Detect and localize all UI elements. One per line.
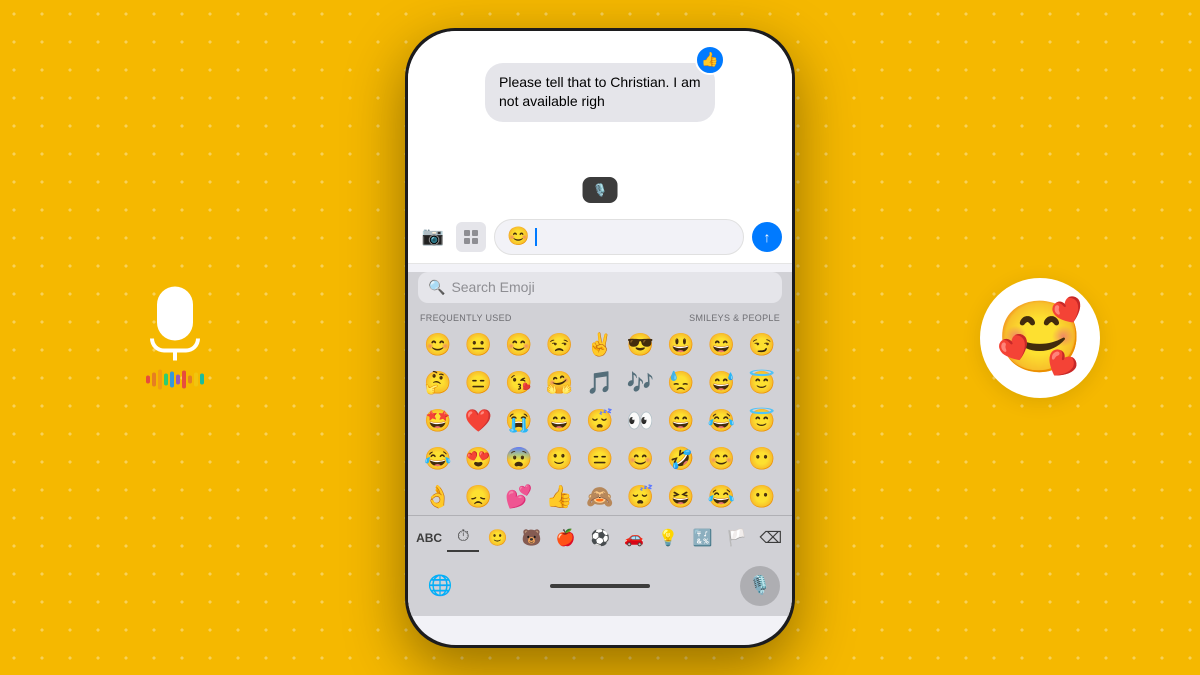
- emoji-row-2: 🤔 😑 😘 🤗 🎵 🎶 😓 😅 😇: [416, 365, 784, 401]
- emoji-row-1: 😊 😐 😊 😒 ✌️ 😎 😃 😄 😏: [416, 327, 784, 363]
- mic-stem: [173, 352, 177, 360]
- emoji-cell[interactable]: 😴: [582, 403, 618, 439]
- emoji-cell[interactable]: 😅: [704, 365, 740, 401]
- food-tab[interactable]: 🍎: [550, 524, 582, 552]
- emoji-cell[interactable]: 😏: [744, 327, 780, 363]
- home-indicator: [550, 584, 650, 588]
- symbols-tab[interactable]: 🔣: [686, 524, 718, 552]
- emoji-cell[interactable]: 😊: [704, 441, 740, 477]
- emoji-cell[interactable]: 😂: [420, 441, 456, 477]
- dictation-tooltip: 🎙️: [583, 177, 618, 203]
- animal-tab[interactable]: 🐻: [516, 524, 548, 552]
- delete-button[interactable]: ⌫: [755, 524, 787, 552]
- mic-icon: [145, 286, 205, 361]
- smileys-people-label: SMILEYS & PEOPLE: [689, 313, 780, 323]
- emoji-cell[interactable]: 😄: [542, 403, 578, 439]
- app-button[interactable]: [456, 222, 486, 252]
- flags-tab[interactable]: 🏳️: [721, 524, 753, 552]
- emoji-row-3: 🤩 ❤️ 😭 😄 😴 👀 😄 😂 😇: [416, 403, 784, 439]
- emoji-cell[interactable]: 🙂: [542, 441, 578, 477]
- emoji-cell[interactable]: 🎵: [582, 365, 618, 401]
- emoji-cell[interactable]: 😭: [501, 403, 537, 439]
- emoji-row-4: 😂 😍 😨 🙂 😑 😊 🤣 😊 😶: [416, 441, 784, 477]
- emoji-cell[interactable]: 😨: [501, 441, 537, 477]
- emoji-cell[interactable]: 😴: [623, 479, 659, 515]
- emoji-row-5: 👌 😞 💕 👍 🙈 😴 😆 😂 😶: [416, 479, 784, 515]
- camera-button[interactable]: 📷: [418, 222, 448, 252]
- emoji-cell[interactable]: 😇: [744, 365, 780, 401]
- emoji-cell[interactable]: 🎶: [623, 365, 659, 401]
- emoji-cell[interactable]: 😄: [704, 327, 740, 363]
- recent-emoji-tab[interactable]: ⏱: [447, 524, 479, 552]
- siri-microphone: [130, 286, 220, 389]
- emoji-cell[interactable]: 😄: [663, 403, 699, 439]
- emoji-face-circle: 🥰: [980, 278, 1100, 398]
- emoji-cell[interactable]: ✌️: [582, 327, 618, 363]
- emoji-section-labels: FREQUENTLY USED SMILEYS & PEOPLE: [408, 311, 792, 327]
- emoji-cell[interactable]: 🙈: [582, 479, 618, 515]
- emoji-cell[interactable]: 😊: [420, 327, 456, 363]
- travel-tab[interactable]: 🚗: [618, 524, 650, 552]
- keyboard-bottom-row: 🌐 🎙️: [408, 560, 792, 616]
- reaction-badge: 👍: [695, 45, 725, 75]
- messages-area: 👍 Please tell that to Christian. I am no…: [408, 31, 792, 211]
- mic-body: [157, 286, 193, 340]
- send-icon: ↑: [764, 229, 771, 245]
- emoji-cell[interactable]: 😑: [582, 441, 618, 477]
- emoji-cell[interactable]: 😃: [663, 327, 699, 363]
- emoji-cell[interactable]: 😐: [461, 327, 497, 363]
- emoji-face-decoration: 🥰: [980, 278, 1100, 398]
- emoji-cell[interactable]: 😘: [501, 365, 537, 401]
- emoji-cell[interactable]: 🤔: [420, 365, 456, 401]
- emoji-cell[interactable]: 🤣: [663, 441, 699, 477]
- dictation-icon: 🎙️: [593, 183, 608, 197]
- abc-button[interactable]: ABC: [413, 524, 445, 552]
- activity-tab[interactable]: ⚽: [584, 524, 616, 552]
- emoji-cell[interactable]: 😓: [663, 365, 699, 401]
- emoji-cell[interactable]: 😎: [623, 327, 659, 363]
- message-text: Please tell that to Christian. I am not …: [499, 74, 701, 110]
- send-button[interactable]: ↑: [752, 222, 782, 252]
- emoji-cell[interactable]: 😞: [461, 479, 497, 515]
- siri-wave: [130, 369, 220, 389]
- decorative-emoji: 🥰: [996, 297, 1083, 379]
- search-placeholder: Search Emoji: [451, 279, 534, 295]
- emoji-cell[interactable]: 😶: [744, 441, 780, 477]
- emoji-cell[interactable]: 😊: [623, 441, 659, 477]
- search-icon: 🔍: [428, 279, 445, 296]
- emoji-cell[interactable]: 😶: [744, 479, 780, 515]
- emoji-grid: 😊 😐 😊 😒 ✌️ 😎 😃 😄 😏 🤔 😑 😘 🤗 🎵: [408, 327, 792, 515]
- message-bubble: 👍 Please tell that to Christian. I am no…: [485, 63, 715, 122]
- text-cursor: [535, 228, 537, 246]
- input-emoji: 😊: [507, 226, 529, 247]
- emoji-cell[interactable]: 😂: [704, 479, 740, 515]
- emoji-cell[interactable]: 😂: [704, 403, 740, 439]
- text-input-row: 📷 😊 ↑: [408, 211, 792, 264]
- emoji-toolbar: ABC ⏱ 🙂 🐻 🍎 ⚽ 🚗 💡 🔣 🏳️ ⌫: [408, 515, 792, 560]
- phone-screen: 👍 Please tell that to Christian. I am no…: [408, 31, 792, 645]
- smiley-tab[interactable]: 🙂: [481, 524, 513, 552]
- objects-tab[interactable]: 💡: [652, 524, 684, 552]
- phone-device: 👍 Please tell that to Christian. I am no…: [405, 28, 795, 648]
- emoji-cell[interactable]: ❤️: [461, 403, 497, 439]
- emoji-cell[interactable]: 🤗: [542, 365, 578, 401]
- emoji-cell[interactable]: 😊: [501, 327, 537, 363]
- microphone-button[interactable]: 🎙️: [740, 566, 780, 606]
- emoji-cell[interactable]: 😇: [744, 403, 780, 439]
- emoji-cell[interactable]: 😆: [663, 479, 699, 515]
- emoji-cell[interactable]: 😑: [461, 365, 497, 401]
- emoji-search-bar[interactable]: 🔍 Search Emoji: [418, 272, 782, 303]
- globe-button[interactable]: 🌐: [420, 566, 460, 606]
- emoji-cell[interactable]: 👍: [542, 479, 578, 515]
- emoji-cell[interactable]: 💕: [501, 479, 537, 515]
- emoji-cell[interactable]: 👌: [420, 479, 456, 515]
- emoji-cell[interactable]: 😒: [542, 327, 578, 363]
- emoji-cell[interactable]: 👀: [623, 403, 659, 439]
- frequently-used-label: FREQUENTLY USED: [420, 313, 512, 323]
- mic-base: [150, 338, 200, 352]
- emoji-cell[interactable]: 🤩: [420, 403, 456, 439]
- emoji-cell[interactable]: 😍: [461, 441, 497, 477]
- emoji-keyboard: 🔍 Search Emoji FREQUENTLY USED SMILEYS &…: [408, 272, 792, 616]
- message-input[interactable]: 😊: [494, 219, 744, 255]
